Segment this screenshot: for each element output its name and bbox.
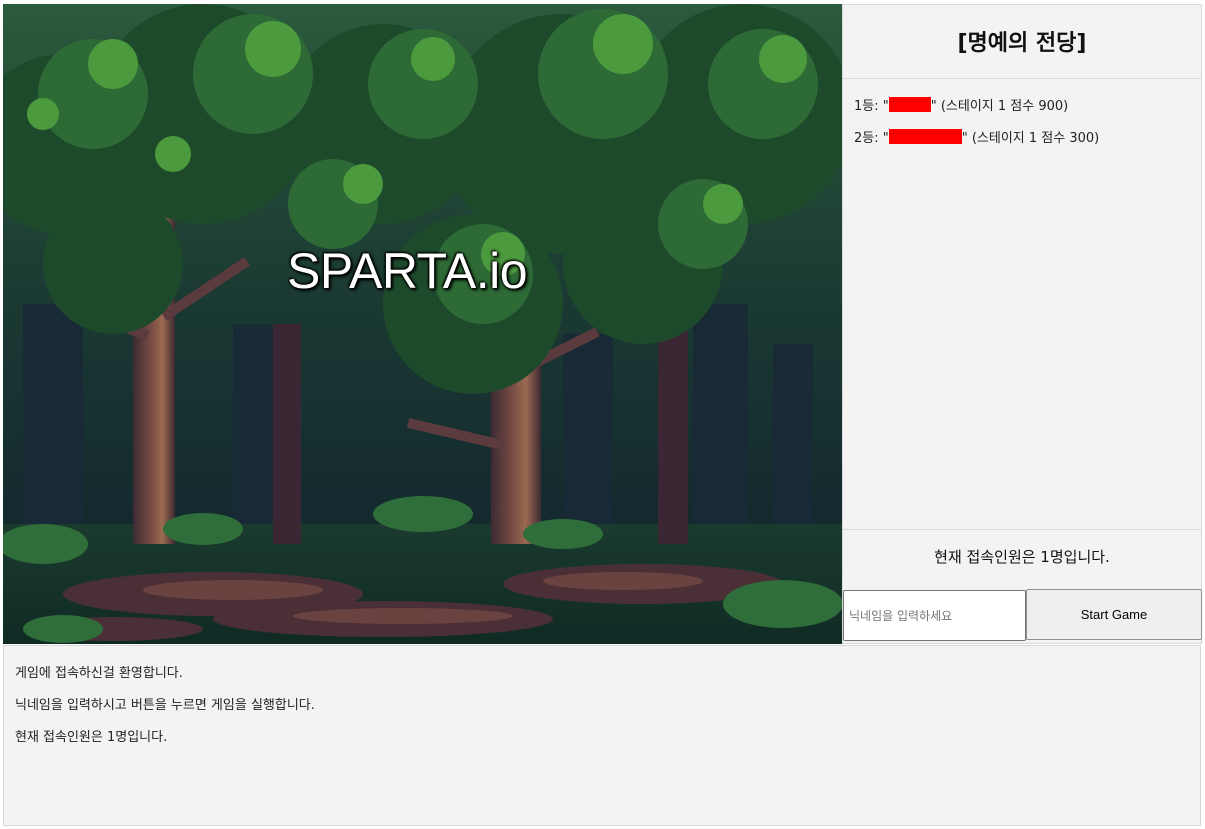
- game-page: SPARTA.io [명예의 전당] 1등: " " (스테이지 1 점수 900…: [0, 0, 1205, 829]
- redacted-name: [888, 129, 962, 144]
- start-game-button[interactable]: Start Game: [1026, 589, 1202, 640]
- ranking-entry-rank: 1등: ": [854, 99, 889, 114]
- ranking-entry-2: 2등: " " (스테이지 1 점수 300): [854, 127, 1099, 159]
- log-message: 현재 접속인원은 1명입니다.: [15, 730, 168, 745]
- log-message: 닉네임을 입력하시고 버튼을 누르면 게임을 실행합니다.: [15, 698, 315, 713]
- ranking-entry-score: " (스테이지 1 점수 300): [961, 131, 1100, 146]
- forest-background: [3, 4, 842, 644]
- side-panel: [명예의 전당] 1등: " " (스테이지 1 점수 900) 2등: " " (…: [842, 4, 1202, 644]
- nickname-input[interactable]: [843, 590, 1026, 641]
- ranking-entry-rank: 2등: ": [854, 131, 889, 146]
- game-canvas[interactable]: SPARTA.io: [3, 4, 842, 644]
- message-list: 게임에 접속하신걸 환영합니다. 닉네임을 입력하시고 버튼을 누르면 게임을 …: [15, 662, 315, 758]
- online-count: 현재 접속인원은 1명입니다.: [843, 529, 1201, 589]
- message-log: 게임에 접속하신걸 환영합니다. 닉네임을 입력하시고 버튼을 누르면 게임을 …: [3, 645, 1201, 826]
- redacted-name: [888, 97, 931, 112]
- ranking-entry-1: 1등: " " (스테이지 1 점수 900): [854, 95, 1099, 127]
- ranking-list: 1등: " " (스테이지 1 점수 900) 2등: " " (스테이지 1 점수…: [854, 95, 1099, 159]
- ranking-entry-score: " (스테이지 1 점수 900): [930, 99, 1069, 114]
- game-title: SPARTA.io: [287, 243, 528, 299]
- hall-of-fame-title: [명예의 전당]: [843, 5, 1201, 79]
- log-message: 게임에 접속하신걸 환영합니다.: [15, 666, 183, 681]
